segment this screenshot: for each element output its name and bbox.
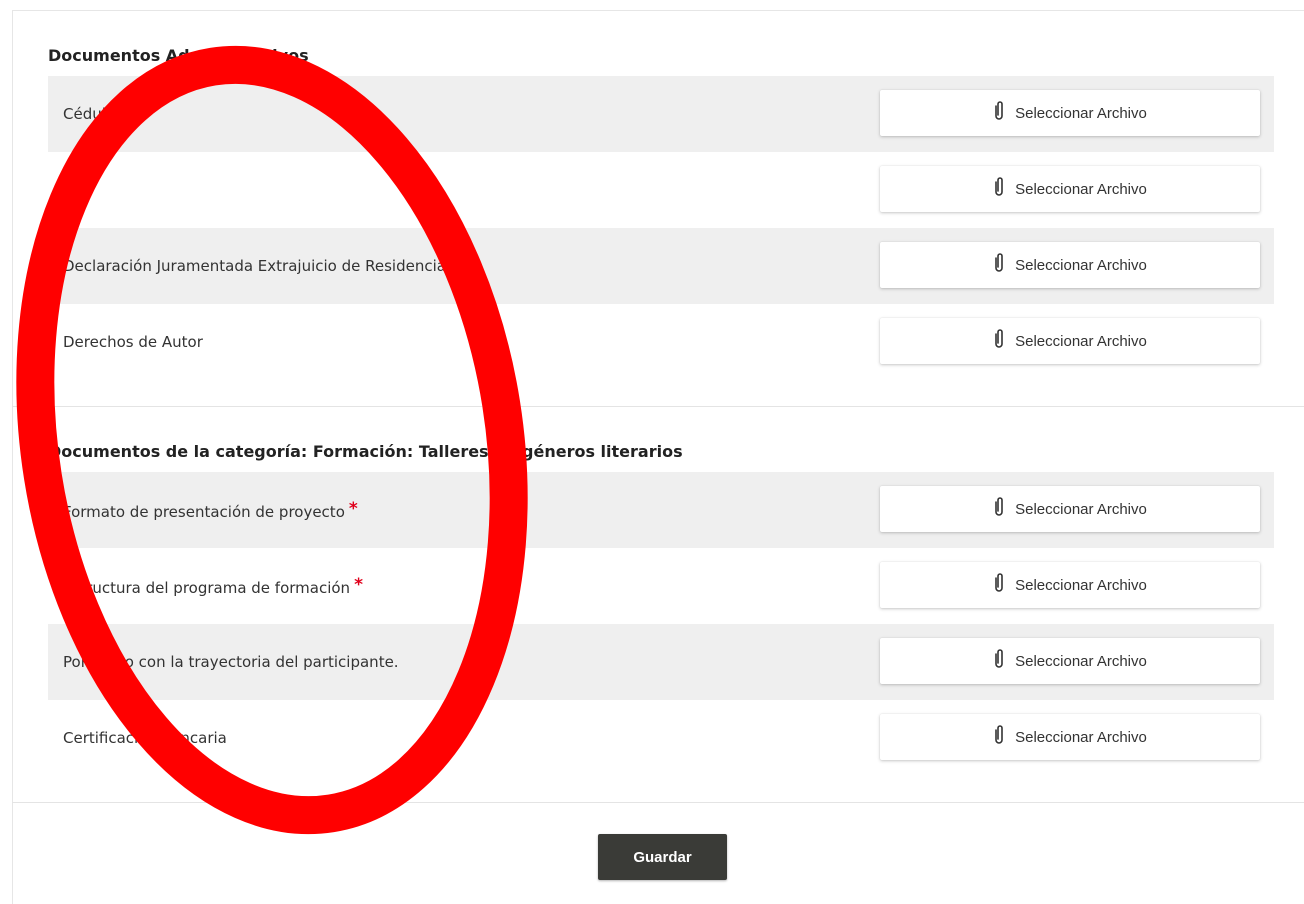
- select-file-label: Seleccionar Archivo: [1015, 652, 1147, 670]
- document-row: Certificación bancaria Seleccionar Archi…: [48, 700, 1274, 776]
- select-file-button[interactable]: Seleccionar Archivo: [880, 562, 1260, 608]
- document-row: Derechos de Autor Seleccionar Archivo: [48, 304, 1274, 380]
- paperclip-icon: [993, 252, 1005, 278]
- paperclip-icon: [993, 496, 1005, 522]
- select-file-label: Seleccionar Archivo: [1015, 332, 1147, 350]
- select-file-label: Seleccionar Archivo: [1015, 728, 1147, 746]
- select-file-label: Seleccionar Archivo: [1015, 180, 1147, 198]
- select-file-button[interactable]: Seleccionar Archivo: [880, 318, 1260, 364]
- document-row: RUT Seleccionar Archivo: [48, 152, 1274, 228]
- select-file-label: Seleccionar Archivo: [1015, 500, 1147, 518]
- paperclip-icon: [993, 100, 1005, 126]
- select-file-label: Seleccionar Archivo: [1015, 104, 1147, 122]
- section-title-administrativos: Documentos Administrativos: [48, 46, 309, 65]
- select-file-label: Seleccionar Archivo: [1015, 576, 1147, 594]
- document-row: Estructura del programa de formación * Se…: [48, 548, 1274, 624]
- select-file-button[interactable]: Seleccionar Archivo: [880, 638, 1260, 684]
- document-row: Formato de presentación de proyecto * Sel…: [48, 472, 1274, 548]
- save-button[interactable]: Guardar: [598, 834, 727, 880]
- required-marker: *: [354, 575, 363, 595]
- select-file-label: Seleccionar Archivo: [1015, 256, 1147, 274]
- section-divider: [12, 802, 1304, 803]
- document-row: Declaración Juramentada Extrajuicio de R…: [48, 228, 1274, 304]
- paperclip-icon: [993, 724, 1005, 750]
- paperclip-icon: [993, 176, 1005, 202]
- document-row: Portafolio con la trayectoria del partic…: [48, 624, 1274, 700]
- required-marker: *: [348, 499, 358, 519]
- section-title-categoria: Documentos de la categoría: Formación: T…: [48, 442, 683, 461]
- section-divider: [12, 406, 1304, 407]
- select-file-button[interactable]: Seleccionar Archivo: [880, 166, 1260, 212]
- select-file-button[interactable]: Seleccionar Archivo: [880, 90, 1260, 136]
- select-file-button[interactable]: Seleccionar Archivo: [880, 714, 1260, 760]
- paperclip-icon: [993, 328, 1005, 354]
- paperclip-icon: [993, 648, 1005, 674]
- select-file-button[interactable]: Seleccionar Archivo: [880, 242, 1260, 288]
- document-row: Cédula Seleccionar Archivo: [48, 76, 1274, 152]
- select-file-button[interactable]: Seleccionar Archivo: [880, 486, 1260, 532]
- paperclip-icon: [993, 572, 1005, 598]
